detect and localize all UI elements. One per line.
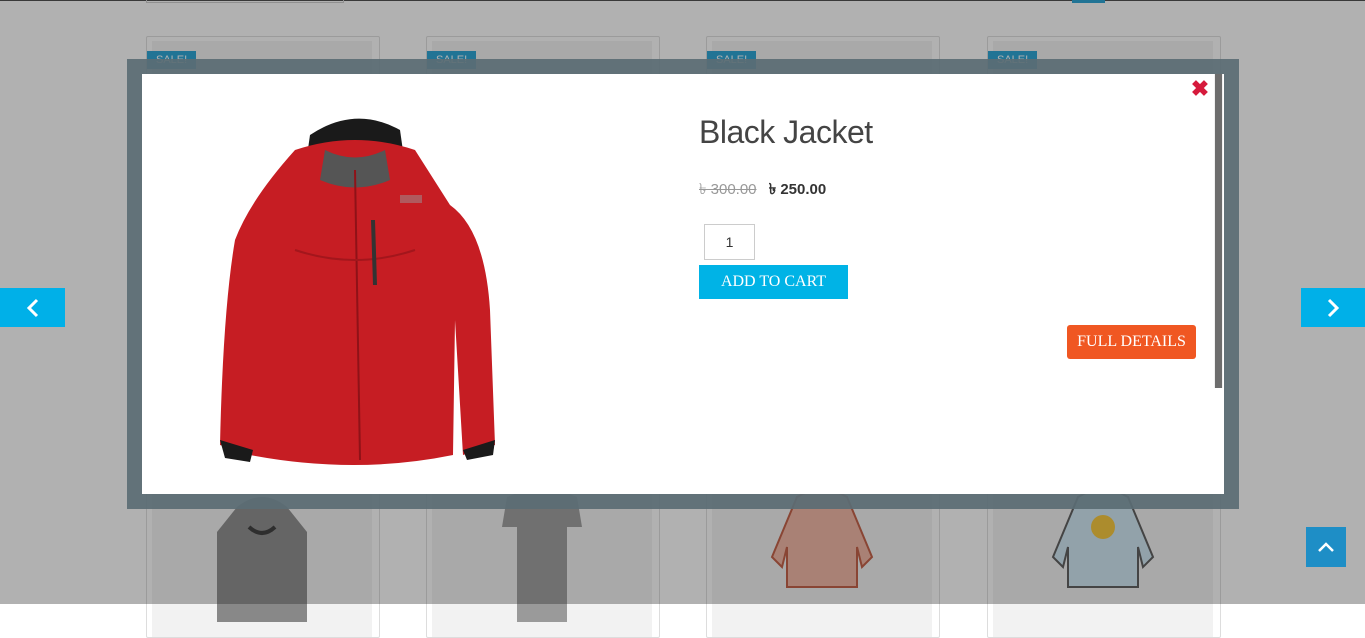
chevron-right-icon xyxy=(1327,298,1340,317)
next-product-button[interactable] xyxy=(1301,288,1365,327)
add-to-cart-button[interactable]: ADD TO CART xyxy=(699,265,848,299)
modal-scrollbar-thumb[interactable] xyxy=(1215,74,1222,388)
sale-price: ৳ 250.00 xyxy=(768,181,827,198)
regular-price: ৳ 300.00 xyxy=(699,181,757,198)
back-to-top-button[interactable] xyxy=(1306,527,1346,567)
close-icon[interactable]: ✖ xyxy=(1189,78,1211,100)
previous-product-button[interactable] xyxy=(0,288,65,327)
product-title: Black Jacket xyxy=(699,114,873,150)
red-jacket-image xyxy=(220,118,495,465)
chevron-up-icon xyxy=(1318,542,1334,552)
quantity-input[interactable] xyxy=(704,224,755,260)
full-details-button[interactable]: FULL DETAILS xyxy=(1067,325,1196,359)
price-row: ৳ 300.00 ৳ 250.00 xyxy=(699,178,826,203)
chevron-left-icon xyxy=(26,298,38,317)
